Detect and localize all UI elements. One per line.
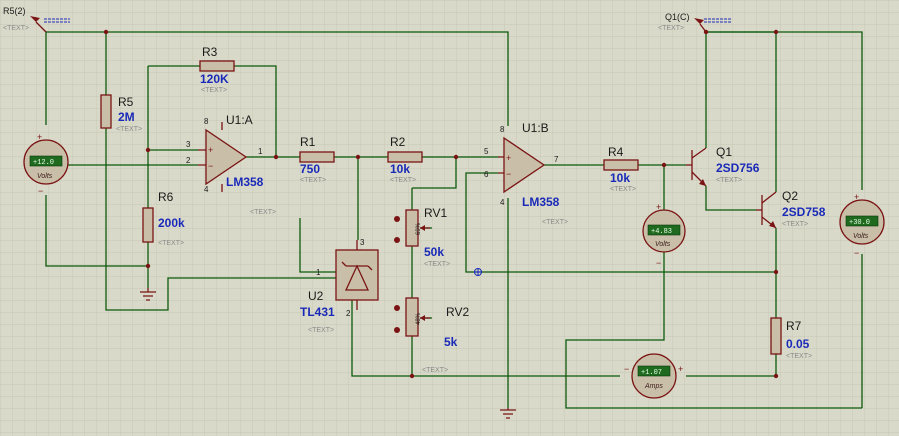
svg-text:+: +: [678, 364, 683, 374]
vsupply-reading: +30.0: [849, 219, 870, 227]
q1-ref: Q1: [716, 145, 732, 159]
r2-text: <TEXT>: [390, 177, 416, 184]
r4-text: <TEXT>: [610, 186, 636, 193]
u1a-pin1: 1: [258, 147, 263, 156]
u2-value: TL431: [300, 305, 335, 319]
svg-text:+: +: [506, 153, 511, 163]
svg-text:+: +: [37, 132, 42, 142]
r2-ref: R2: [390, 135, 406, 149]
r1-ref: R1: [300, 135, 316, 149]
vin-reading: +12.0: [33, 159, 54, 167]
wire-text-label: <TEXT>: [422, 367, 448, 374]
svg-text:−: −: [208, 161, 213, 171]
u1b-pin5: 5: [484, 147, 489, 156]
u1a-pin8: 8: [204, 117, 209, 126]
rv1-percent: 69%: [416, 222, 422, 235]
q2-text: <TEXT>: [782, 221, 808, 228]
u2-pin2: 2: [346, 309, 351, 318]
u1b-pin6: 6: [484, 170, 489, 179]
r7-text: <TEXT>: [786, 353, 812, 360]
r4-value: 10k: [610, 171, 630, 185]
probe-left-label: R5(2): [3, 6, 26, 16]
q1-value: 2SD756: [716, 161, 760, 175]
q1-text: <TEXT>: [716, 177, 742, 184]
svg-text:+: +: [208, 145, 213, 155]
vmid-reading: +4.83: [651, 228, 672, 236]
r6-text: <TEXT>: [158, 240, 184, 247]
u1a-value: LM358: [226, 175, 264, 189]
u2-pin3: 3: [360, 238, 365, 247]
r3-text: <TEXT>: [201, 87, 227, 94]
r5-value: 2M: [118, 110, 135, 124]
probe-right-label: Q1(C): [665, 12, 690, 22]
u1b-value: LM358: [522, 195, 560, 209]
r2-value: 10k: [390, 162, 410, 176]
u2-ref: U2: [308, 289, 324, 303]
r1-value: 750: [300, 162, 320, 176]
u1b-text: <TEXT>: [542, 219, 568, 226]
rv1-ref: RV1: [424, 206, 447, 220]
svg-text:−: −: [656, 258, 661, 268]
rv2-value: 5k: [444, 335, 458, 349]
amps-reading: +1.07: [641, 369, 662, 377]
probe-right-text: <TEXT>: [658, 25, 684, 32]
r5-ref: R5: [118, 95, 134, 109]
q2-value: 2SD758: [782, 205, 826, 219]
r7-value: 0.05: [786, 337, 810, 351]
svg-text:−: −: [854, 248, 859, 258]
u2-text: <TEXT>: [308, 327, 334, 334]
r7-ref: R7: [786, 319, 802, 333]
u1b-pin8: 8: [500, 125, 505, 134]
schematic-canvas: R5(2) <TEXT> Q1(C) <TEXT> R5 2M <TEXT> R…: [0, 0, 899, 436]
rv2-ref: RV2: [446, 305, 469, 319]
vmid-unit: Volts: [655, 241, 671, 248]
u1a-ref: U1:A: [226, 113, 253, 127]
u1a-pin2: 2: [186, 156, 191, 165]
svg-text:+: +: [854, 192, 859, 202]
rv2-percent: 48%: [416, 312, 422, 325]
u1a-pin3: 3: [186, 140, 191, 149]
vin-unit: Volts: [37, 173, 53, 180]
r1-text: <TEXT>: [300, 177, 326, 184]
amps-unit: Amps: [644, 383, 663, 390]
u2-pin1: 1: [316, 268, 321, 277]
rv1-text: <TEXT>: [424, 261, 450, 268]
rv1-value: 50k: [424, 245, 444, 259]
svg-text:−: −: [38, 186, 43, 196]
u1a-text: <TEXT>: [250, 209, 276, 216]
r3-ref: R3: [202, 45, 218, 59]
r3-value: 120K: [200, 72, 229, 86]
probe-left-text: <TEXT>: [3, 25, 29, 32]
r6-ref: R6: [158, 190, 174, 204]
svg-text:−: −: [506, 169, 511, 179]
r5-text: <TEXT>: [116, 126, 142, 133]
r6-value: 200k: [158, 216, 185, 230]
u1a-pin4: 4: [204, 185, 209, 194]
svg-text:−: −: [624, 364, 629, 374]
q2-ref: Q2: [782, 189, 798, 203]
vsupply-unit: Volts: [853, 233, 869, 240]
u1b-pin7: 7: [554, 155, 559, 164]
r4-ref: R4: [608, 145, 624, 159]
u1b-pin4: 4: [500, 198, 505, 207]
u1b-ref: U1:B: [522, 121, 549, 135]
svg-text:+: +: [656, 202, 661, 212]
